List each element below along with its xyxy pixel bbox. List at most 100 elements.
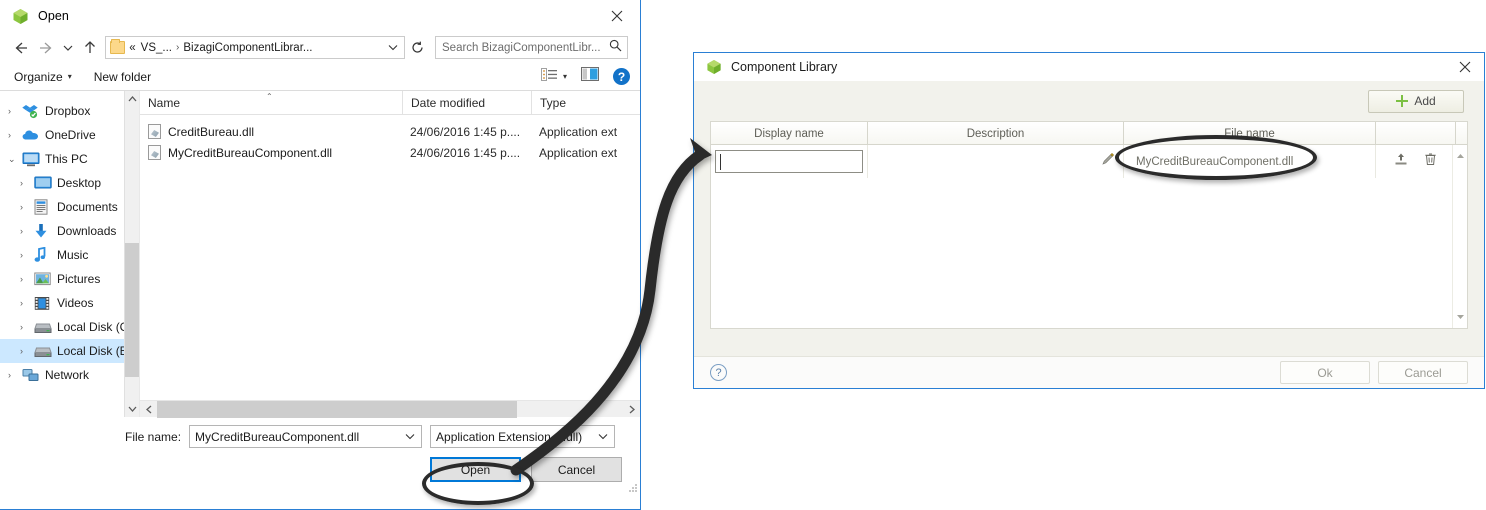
arrow-left-icon[interactable] [8, 35, 33, 60]
scroll-left-icon[interactable] [140, 401, 157, 418]
file-list-rows: CreditBureau.dll 24/06/2016 1:45 p.... App… [140, 115, 640, 163]
nav-scroll-thumb[interactable] [125, 243, 139, 377]
help-icon[interactable]: ? [710, 364, 727, 381]
organize-menu[interactable]: Organize ▾ [14, 70, 72, 84]
breadcrumb-segment-2[interactable]: BizagiComponentLibrar... [183, 42, 312, 54]
computer-icon [22, 151, 40, 167]
column-header-spacer [1455, 122, 1467, 145]
file-type-column: Application ext [539, 124, 618, 139]
breadcrumb-segment-1[interactable]: VS_... [141, 42, 172, 54]
dropbox-icon [22, 103, 40, 119]
close-icon[interactable] [1456, 58, 1474, 76]
file-list-horizontal-scrollbar[interactable] [140, 400, 640, 418]
dll-file-icon [148, 124, 161, 139]
tree-item-network[interactable]: › Network [0, 363, 139, 387]
chevron-down-icon[interactable] [594, 432, 612, 442]
search-input[interactable]: Search BizagiComponentLibr... [435, 36, 628, 59]
tree-item-local-disk-c[interactable]: › Local Disk (C:) [0, 315, 139, 339]
list-view-icon[interactable] [541, 67, 557, 86]
add-button[interactable]: Add [1368, 89, 1464, 113]
bizagi-green-cube-icon [706, 59, 722, 75]
refresh-icon[interactable] [406, 36, 429, 59]
open-dialog-body: › Dropbox › OneDrive ⌄ This PC › Desktop › Docume… [0, 90, 640, 418]
scroll-right-icon[interactable] [623, 401, 640, 418]
chevron-down-icon[interactable]: ⌄ [8, 154, 22, 165]
navigation-tree: › Dropbox › OneDrive ⌄ This PC › Desktop › Docume… [0, 99, 139, 387]
grid-vertical-scrollbar[interactable] [1452, 145, 1467, 328]
file-name-column: MyCreditBureauComponent.dll [140, 145, 402, 160]
tree-item-local-disk-e[interactable]: › Local Disk (E:) [0, 339, 139, 363]
file-type-filter-select[interactable]: Application Extension (*.dll) [430, 425, 616, 448]
cancel-button[interactable]: Cancel [1378, 361, 1468, 384]
help-icon[interactable]: ? [613, 68, 630, 85]
address-bar[interactable]: « VS_... › BizagiComponentLibrar... [105, 36, 406, 59]
trash-icon[interactable] [1424, 152, 1437, 171]
component-library-dialog: Component Library Add Display name Descr… [693, 52, 1485, 389]
tree-item-music[interactable]: › Music [0, 243, 139, 267]
chevron-right-icon[interactable]: › [20, 178, 34, 188]
tree-item-pictures[interactable]: › Pictures [0, 267, 139, 291]
tree-item-documents[interactable]: › Documents [0, 195, 139, 219]
tree-item-onedrive[interactable]: › OneDrive [0, 123, 139, 147]
chevron-down-icon[interactable] [401, 432, 419, 442]
pencil-icon[interactable] [1101, 152, 1115, 171]
magnifier-icon [609, 39, 623, 57]
desktop-icon [34, 175, 52, 191]
chevron-right-icon[interactable]: › [20, 346, 34, 356]
file-type-column: Application ext [539, 145, 618, 160]
new-folder-button[interactable]: New folder [94, 70, 151, 84]
chevron-right-icon[interactable]: › [8, 130, 22, 140]
tree-item-downloads[interactable]: › Downloads [0, 219, 139, 243]
file-name-column: CreditBureau.dll [140, 124, 402, 139]
toolbar-right-group: ▾ ? [541, 67, 630, 86]
chevron-right-icon[interactable]: › [20, 274, 34, 284]
file-name-input[interactable]: MyCreditBureauComponent.dll [189, 425, 423, 448]
arrow-up-icon[interactable] [77, 35, 102, 60]
triangle-down-icon[interactable] [1453, 312, 1467, 322]
ok-button[interactable]: Ok [1280, 361, 1370, 384]
view-chevron-down-icon[interactable]: ▾ [563, 72, 567, 81]
chevron-right-icon[interactable]: › [20, 298, 34, 308]
display-name-cell[interactable] [711, 145, 867, 178]
arrow-right-icon[interactable] [33, 35, 58, 60]
tree-item-videos[interactable]: › Videos [0, 291, 139, 315]
organize-label: Organize [14, 69, 63, 84]
resize-grip-icon[interactable] [626, 481, 638, 493]
chevron-right-icon[interactable]: › [20, 322, 34, 332]
preview-pane-icon[interactable] [581, 67, 599, 86]
nav-vertical-scrollbar[interactable] [124, 91, 139, 417]
tree-item-dropbox[interactable]: › Dropbox [0, 99, 139, 123]
hscroll-thumb[interactable] [157, 400, 517, 418]
triangle-up-icon[interactable] [1453, 151, 1467, 161]
chevron-right-icon[interactable]: › [20, 250, 34, 260]
tree-item-label: Music [57, 248, 89, 262]
upload-icon[interactable] [1394, 152, 1408, 171]
breadcrumb-prefix: « [129, 41, 136, 54]
display-name-input[interactable] [715, 150, 863, 173]
file-list-item[interactable]: CreditBureau.dll 24/06/2016 1:45 p.... App… [140, 121, 640, 142]
column-header-date-modified[interactable]: Date modified [402, 90, 531, 115]
chevron-right-icon[interactable]: › [8, 106, 22, 116]
column-header-type[interactable]: Type [531, 90, 631, 115]
chevron-right-icon[interactable]: › [20, 226, 34, 236]
tree-item-desktop[interactable]: › Desktop [0, 171, 139, 195]
scroll-down-icon[interactable] [125, 401, 139, 417]
tree-item-label: Documents [57, 200, 118, 214]
scroll-up-icon[interactable] [125, 91, 139, 107]
hard-drive-icon [34, 343, 52, 359]
close-icon[interactable] [594, 0, 640, 32]
file-list-item[interactable]: MyCreditBureauComponent.dll 24/06/2016 1:… [140, 142, 640, 163]
column-header-description[interactable]: Description [867, 122, 1123, 145]
hscroll-track[interactable] [157, 400, 623, 418]
cancel-button[interactable]: Cancel [531, 457, 622, 482]
chevron-down-icon[interactable] [383, 43, 403, 53]
chevron-right-icon[interactable]: › [8, 370, 22, 380]
description-cell[interactable] [867, 145, 1123, 178]
table-row[interactable]: MyCreditBureauComponent.dll [711, 145, 1467, 178]
chevron-right-icon[interactable]: › [20, 202, 34, 212]
chevron-down-icon[interactable] [59, 35, 77, 60]
network-icon [22, 367, 40, 383]
file-name-value: MyCreditBureauComponent.dll [195, 429, 360, 444]
column-header-display-name[interactable]: Display name [711, 122, 867, 145]
tree-item-this-pc[interactable]: ⌄ This PC [0, 147, 139, 171]
